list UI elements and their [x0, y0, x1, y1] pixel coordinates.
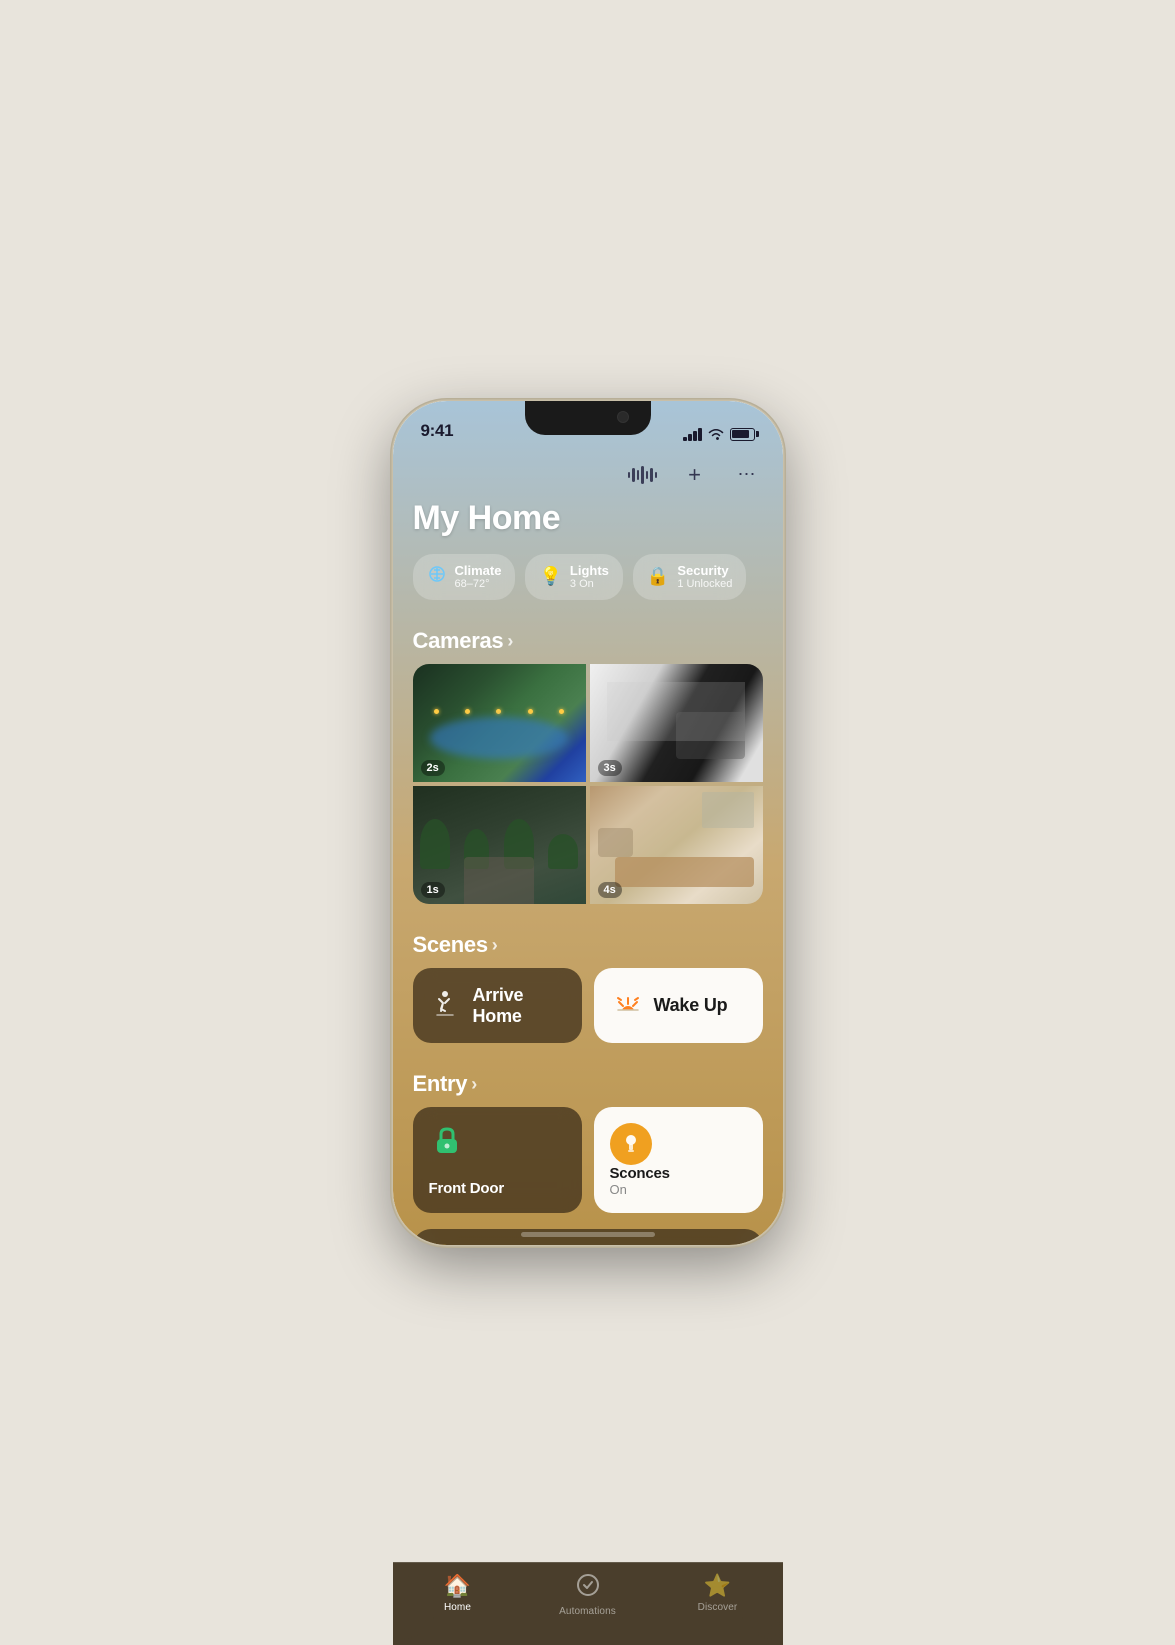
arrive-home-icon — [429, 989, 461, 1023]
header-actions: + ⋯ — [393, 449, 783, 495]
security-chip-title: Security — [677, 563, 732, 579]
signal-icon — [683, 428, 702, 441]
battery-icon — [730, 428, 755, 441]
camera-grid: 2s 3s — [413, 664, 763, 904]
front-door-card[interactable]: Front Door — [413, 1107, 582, 1213]
camera-cell-3[interactable]: 1s — [413, 786, 586, 904]
lights-icon: 💡 — [539, 566, 561, 587]
more-button[interactable]: ⋯ — [731, 459, 763, 491]
chip-security[interactable]: 🔒 Security 1 Unlocked — [633, 554, 746, 601]
scenes-title: Scenes — [413, 932, 488, 958]
camera-badge-1: 2s — [421, 760, 445, 776]
wake-up-label: Wake Up — [654, 995, 728, 1016]
wake-up-icon — [610, 984, 642, 1027]
add-button[interactable]: + — [679, 459, 711, 491]
scenes-section-header[interactable]: Scenes › — [393, 924, 783, 968]
main-content: + ⋯ My Home — [393, 449, 783, 1245]
scenes-row: Arrive Home — [393, 968, 783, 1063]
camera-badge-4: 4s — [598, 882, 622, 898]
phone-frame: 9:41 — [393, 401, 783, 1245]
lights-chip-sub: 3 On — [570, 578, 609, 591]
sconces-name: Sconces — [610, 1165, 747, 1182]
page-title: My Home — [393, 495, 783, 554]
entry-chevron: › — [471, 1074, 477, 1095]
waveform-button[interactable] — [627, 459, 659, 491]
sconces-icon — [610, 1123, 652, 1165]
camera-cell-2[interactable]: 3s — [590, 664, 763, 782]
status-chips-row: Climate 68–72° 💡 Lights 3 On 🔒 Security — [393, 554, 783, 621]
security-chip-sub: 1 Unlocked — [677, 578, 732, 591]
phone-screen: 9:41 — [393, 401, 783, 1245]
entry-section-header[interactable]: Entry › — [393, 1063, 783, 1107]
chip-lights[interactable]: 💡 Lights 3 On — [525, 554, 622, 601]
front-camera — [617, 411, 629, 423]
cameras-title: Cameras — [413, 628, 504, 654]
scenes-chevron: › — [492, 935, 498, 956]
camera-badge-2: 3s — [598, 760, 622, 776]
front-door-name: Front Door — [429, 1180, 566, 1197]
camera-badge-3: 1s — [421, 882, 445, 898]
pool-lights — [421, 700, 577, 724]
wake-up-card[interactable]: Wake Up — [594, 968, 763, 1043]
camera-cell-1[interactable]: 2s — [413, 664, 586, 782]
overhead-name: Overhead — [473, 1243, 541, 1244]
plus-icon: + — [688, 462, 701, 488]
wifi-icon — [708, 428, 724, 441]
climate-icon — [427, 564, 447, 589]
camera-cell-4[interactable]: 4s — [590, 786, 763, 904]
sconces-card[interactable]: Sconces On — [594, 1107, 763, 1213]
climate-chip-sub: 68–72° — [455, 578, 502, 591]
overhead-icon: 💡 — [429, 1244, 461, 1245]
entry-grid: Front Door Sconces On — [393, 1107, 783, 1229]
entry-title: Entry — [413, 1071, 468, 1097]
chip-climate[interactable]: Climate 68–72° — [413, 554, 516, 601]
home-indicator — [521, 1232, 655, 1237]
arrive-home-card[interactable]: Arrive Home — [413, 968, 582, 1043]
cameras-chevron: › — [507, 631, 513, 652]
arrive-home-label: Arrive Home — [473, 985, 566, 1027]
lights-chip-title: Lights — [570, 563, 609, 579]
status-icons — [683, 428, 755, 441]
status-time: 9:41 — [421, 421, 454, 441]
lock-icon — [429, 1123, 566, 1167]
waveform-icon — [628, 465, 658, 485]
sconces-status: On — [610, 1182, 747, 1197]
cameras-section-header[interactable]: Cameras › — [393, 620, 783, 664]
climate-chip-title: Climate — [455, 563, 502, 579]
ellipsis-icon: ⋯ — [738, 464, 756, 485]
security-lock-icon: 🔒 — [647, 566, 669, 587]
notch — [525, 401, 651, 435]
